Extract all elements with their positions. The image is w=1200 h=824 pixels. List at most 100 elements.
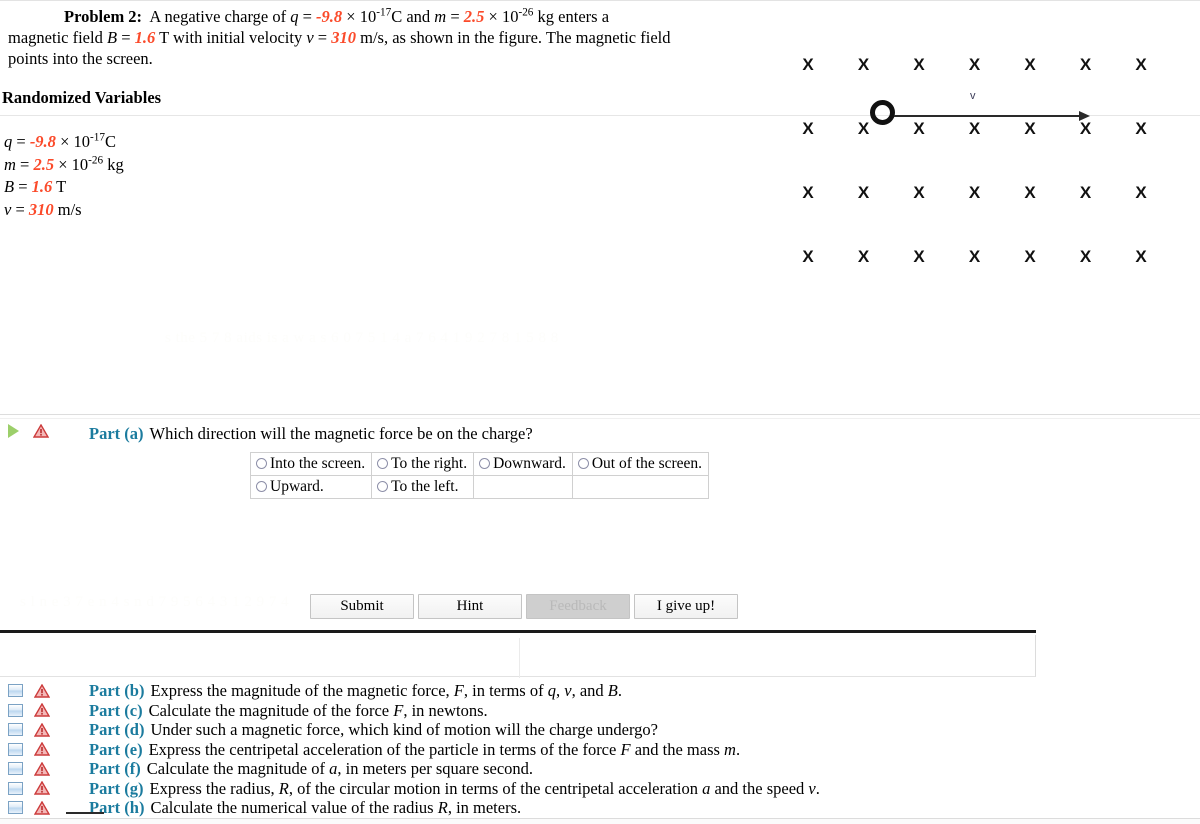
watermark-2: s l n e 3 7 e n 4 s n d 7 9 5 6 4 3 1 2 … [20, 594, 290, 610]
field-x-mark: X [913, 55, 925, 74]
part-label: Part (c) [89, 700, 143, 720]
top-divider [0, 0, 1200, 1]
option-into-the-screen[interactable]: Into the screen. [249, 452, 373, 476]
rv-row-B: B = 1.6 T [4, 176, 124, 199]
field-x-mark: X [968, 119, 981, 138]
expand-panel-icon[interactable] [8, 703, 23, 717]
part-a-options-table: Into the screen. To the right. Downward.… [249, 452, 710, 499]
option-empty-2 [571, 475, 710, 499]
eq-2: = [446, 7, 464, 26]
field-x-mark: X [968, 183, 981, 202]
action-buttons: Submit Hint Feedback I give up! [310, 594, 738, 619]
option-downward[interactable]: Downward. [473, 452, 573, 476]
radio-icon[interactable] [256, 481, 267, 492]
arrow-shaft [894, 115, 1082, 117]
expand-panel-icon[interactable] [8, 762, 23, 776]
warning-icon[interactable] [34, 761, 50, 776]
B-value: 1.6 [134, 28, 156, 47]
warning-icon[interactable] [34, 781, 50, 795]
part-row-text: Part (f) Calculate the magnitude of a, in… [89, 759, 533, 779]
field-x-mark: X [913, 119, 925, 138]
rv-row-q: q = -9.8 × 10-17C [4, 131, 124, 154]
rv-q-eq: = [12, 132, 30, 151]
radio-icon[interactable] [577, 458, 589, 469]
part-description: Express the centripetal acceleration of … [148, 739, 741, 759]
expand-panel-icon[interactable] [8, 684, 23, 698]
warning-icon[interactable] [34, 742, 50, 756]
option-label: Into the screen. [270, 455, 366, 472]
expand-panel-icon[interactable] [8, 801, 23, 815]
times-2: × 10 [484, 7, 519, 26]
part-description: Calculate the numerical value of the rad… [150, 798, 522, 817]
warning-icon[interactable] [33, 424, 49, 438]
warning-icon[interactable] [34, 800, 50, 815]
m-exponent: -26 [518, 6, 534, 19]
part-row: Part (g) Express the radius, R, of the ci… [0, 779, 1200, 799]
part-label: Part (e) [89, 739, 143, 759]
part-label: Part (d) [89, 720, 145, 739]
play-icon[interactable] [8, 424, 19, 438]
submit-button[interactable]: Submit [310, 594, 414, 619]
expand-panel-icon[interactable] [8, 723, 23, 737]
radio-icon[interactable] [256, 458, 267, 469]
randomized-variables-heading: Randomized Variables [2, 88, 162, 107]
option-empty-1 [473, 475, 573, 499]
option-label: Downward. [493, 455, 566, 472]
part-row: Part (e) Express the centripetal accelera… [0, 740, 1200, 760]
velocity-arrow-icon [894, 111, 1090, 121]
option-to-the-right[interactable]: To the right. [371, 452, 475, 476]
warning-icon[interactable] [34, 683, 50, 698]
part-a-status-icons [8, 424, 49, 438]
part-row-text: Part (b) Express the magnitude of the mag… [89, 681, 622, 701]
field-x-mark: X [1024, 247, 1036, 266]
q-value: -9.8 [316, 7, 343, 26]
warning-icon[interactable] [34, 722, 50, 737]
option-to-the-left[interactable]: To the left. [371, 475, 475, 499]
field-x-mark: X [1079, 183, 1092, 202]
problem-statement: Problem 2: A negative charge of q = -9.8… [8, 6, 776, 69]
rv-B-eq: = [14, 177, 32, 196]
problem-line3: points into the screen. [8, 49, 153, 68]
rv-v-eq: = [11, 199, 29, 219]
part-label: Part (f) [89, 759, 141, 778]
field-x-mark: X [857, 119, 870, 138]
table-row: Upward. To the left. [249, 475, 710, 499]
rv-v-unit: m/s [53, 199, 82, 219]
problem-line2-a: magnetic field [8, 28, 107, 47]
problem-line1-a: A negative charge of [149, 7, 291, 26]
part-row-icons [0, 722, 89, 737]
field-x-mark: X [1024, 119, 1036, 138]
part-row-icons [0, 703, 89, 717]
part-a-top-divider [0, 414, 1200, 415]
parts-bottom-fill [0, 819, 1200, 824]
v-unit: m/s, as shown in the figure. The magneti… [355, 28, 671, 47]
part-row-text: Part (h) Calculate the numerical value of… [89, 798, 521, 818]
charge-particle-icon [870, 100, 895, 125]
radio-icon[interactable] [377, 458, 389, 469]
part-row: Part (c) Calculate the magnitude of the f… [0, 701, 1200, 721]
button-spacer [415, 594, 417, 619]
field-x-mark: X [1135, 183, 1147, 202]
rv-v-value: 310 [28, 199, 54, 219]
expand-panel-icon[interactable] [8, 742, 23, 756]
expand-panel-icon[interactable] [8, 781, 23, 795]
q-unit: C and [391, 7, 435, 26]
radio-icon[interactable] [377, 481, 389, 492]
option-upward[interactable]: Upward. [249, 475, 373, 499]
magnetic-field-figure: X X X X X X X X X X X X X X X X X X X X X X X X X X X X v [790, 48, 1170, 278]
remaining-parts-list: Part (b) Express the magnitude of the mag… [0, 681, 1200, 818]
part-label: Part (h) [89, 798, 145, 817]
give-up-button[interactable]: I give up! [634, 594, 738, 619]
hint-button[interactable]: Hint [418, 594, 522, 619]
part-label: Part (b) [89, 681, 145, 700]
radio-icon[interactable] [479, 458, 491, 469]
warning-icon[interactable] [34, 703, 50, 717]
rv-q-symbol: q [4, 132, 13, 151]
B-unit: T with initial velocity [155, 28, 307, 47]
eq-3: = [117, 28, 135, 47]
field-x-mark: X [802, 183, 814, 202]
times-1: × 10 [342, 7, 377, 26]
field-x-mark: X [1135, 119, 1147, 138]
option-out-of-the-screen[interactable]: Out of the screen. [571, 452, 710, 476]
part-row-icons [0, 781, 89, 795]
